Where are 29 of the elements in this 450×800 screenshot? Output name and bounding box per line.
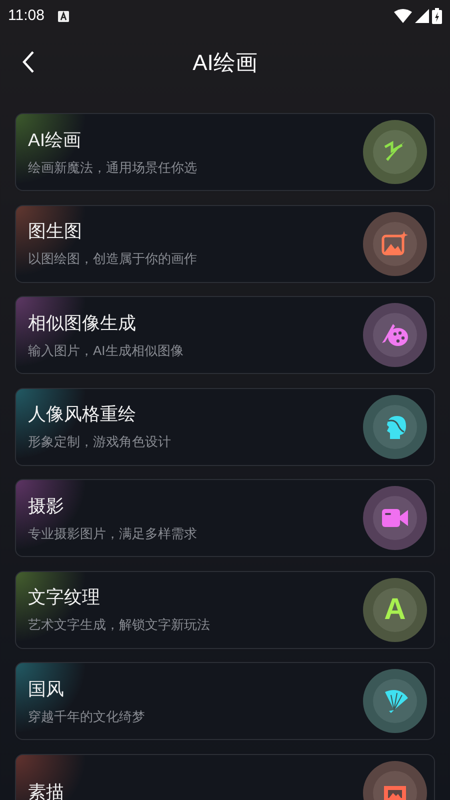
feature-card[interactable]: 文字纹理 艺术文字生成，解锁文字新玩法 A bbox=[15, 570, 435, 648]
card-subtitle: 形象定制，游戏角色设计 bbox=[28, 433, 171, 452]
page-title: AI绘画 bbox=[192, 48, 258, 76]
feature-card[interactable]: 摄影 专业摄影图片，满足多样需求 bbox=[15, 479, 435, 557]
card-title: 文字纹理 bbox=[28, 586, 101, 610]
card-subtitle: 绘画新魔法，通用场景任你选 bbox=[28, 158, 197, 177]
feature-card[interactable]: 图生图 以图绘图，创造属于你的画作 bbox=[15, 204, 435, 282]
feature-card[interactable]: AI绘画 绘画新魔法，通用场景任你选 bbox=[15, 113, 435, 191]
letter-icon: A bbox=[384, 594, 406, 624]
battery-icon bbox=[432, 8, 442, 24]
feature-card[interactable]: 国风 穿越千年的文化绮梦 bbox=[15, 662, 435, 740]
card-title: 摄影 bbox=[28, 494, 65, 518]
signal-icon bbox=[415, 9, 429, 23]
card-subtitle: 专业摄影图片，满足多样需求 bbox=[28, 524, 197, 543]
card-subtitle: 输入图片，AI生成相似图像 bbox=[28, 342, 184, 360]
feature-card[interactable]: 人像风格重绘 形象定制，游戏角色设计 bbox=[15, 388, 435, 466]
card-title: AI绘画 bbox=[28, 128, 82, 152]
card-title: 人像风格重绘 bbox=[28, 403, 137, 426]
feature-card[interactable]: 相似图像生成 输入图片，AI生成相似图像 bbox=[15, 296, 435, 374]
status-time: 11:08 bbox=[8, 6, 44, 26]
notification-icon bbox=[58, 10, 70, 22]
card-subtitle: 以图绘图，创造属于你的画作 bbox=[28, 250, 197, 268]
card-title: 相似图像生成 bbox=[28, 312, 137, 335]
card-title: 图生图 bbox=[28, 220, 83, 244]
wifi-icon bbox=[394, 9, 412, 23]
card-subtitle: 穿越千年的文化绮梦 bbox=[28, 708, 145, 726]
back-icon bbox=[22, 51, 34, 73]
card-title: 国风 bbox=[28, 678, 65, 701]
card-subtitle: 艺术文字生成，解锁文字新玩法 bbox=[28, 616, 210, 634]
